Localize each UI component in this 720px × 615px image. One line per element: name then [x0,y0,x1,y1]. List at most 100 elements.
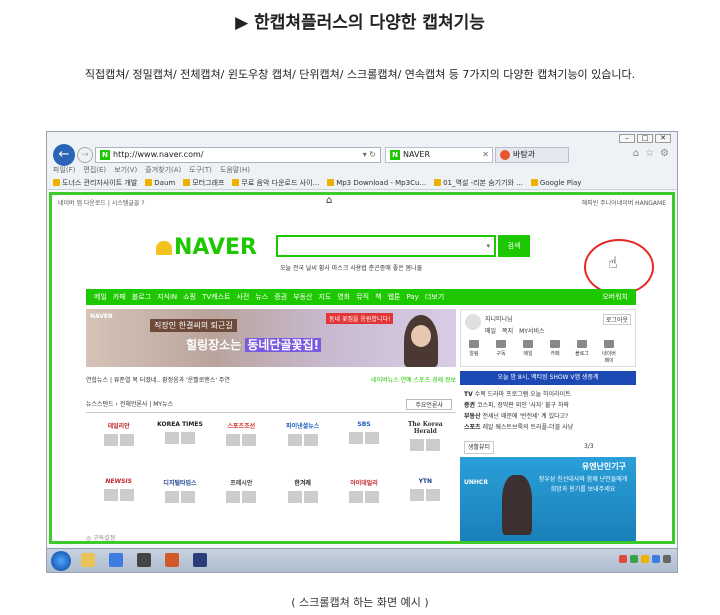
maximize-icon[interactable]: □ [637,134,653,143]
favorite-item[interactable]: 01_역설 -리본 숨기기와 ... [434,178,523,188]
topic-item[interactable]: TV 수목 드라마 프로그램 오늘 하이라이트 [464,389,636,400]
login-link[interactable]: 메일 [485,326,496,335]
press-cell[interactable]: 프레시안 [213,474,270,527]
service-item[interactable]: 증권 [274,292,287,302]
press-cell[interactable]: NEWSIS [90,474,147,527]
subscribe-settings[interactable]: ◎ 구독설정 [86,533,456,541]
menu-file[interactable]: 파일(F) [53,165,75,176]
service-item[interactable]: 지식iN [157,292,177,302]
favorite-item[interactable]: Daum [145,179,175,187]
address-controls[interactable]: ▾ ↻ [363,148,376,162]
press-cell[interactable]: 아이데일리 [335,474,392,527]
search-button[interactable]: 검색 [498,235,530,257]
press-cell[interactable]: The Korea Herald [397,417,454,470]
favorite-item[interactable]: 무료 음악 다운로드 사이... [232,178,319,188]
menu-help[interactable]: 도움말(H) [220,165,250,176]
minimize-icon[interactable]: – [619,134,635,143]
press-cell[interactable]: 한겨레 [274,474,331,527]
press-cell[interactable]: YTN [397,474,454,527]
app-icon[interactable] [165,553,179,567]
naver-top-left[interactable]: 네이버 앱 다운로드 | 시스템글꼴 ? [58,198,145,207]
service-item[interactable]: 쇼핑 [183,292,196,302]
tray-icon[interactable] [630,555,638,563]
service-item[interactable]: 뉴스 [255,292,268,302]
tray-icon[interactable] [652,555,660,563]
close-icon[interactable]: ✕ [655,134,671,143]
shortcut-pay[interactable]: 네이버페이 [600,340,618,364]
tray-icon[interactable] [663,555,671,563]
star-icon[interactable]: ☆ [645,148,654,159]
news-categories[interactable]: 네이버뉴스 연예 스포츠 경제 정보 [371,375,456,384]
login-link[interactable]: 쪽지 [502,326,513,335]
service-item[interactable]: TV캐스트 [202,292,230,302]
live-banner[interactable]: 오늘 밤 8시, 액티빙 SHOW V앱 생중계 [460,371,636,385]
service-item[interactable]: 영화 [337,292,350,302]
service-item[interactable]: 부동산 [293,292,312,302]
explorer-icon[interactable] [81,553,95,567]
service-item[interactable]: 더보기 [425,292,444,302]
tab-naver[interactable]: N NAVER ✕ [385,147,493,163]
shortcut-blog[interactable]: 블로그 [573,340,591,364]
app-icon[interactable] [137,553,151,567]
chevron-down-icon[interactable]: ▾ [486,242,490,250]
service-item[interactable]: 카페 [113,292,126,302]
weather-item[interactable]: 오버워치 [602,292,628,302]
home-icon[interactable]: ⌂ [633,148,639,159]
tab-second[interactable]: 바탕과 [495,147,569,163]
cafe-icon [550,340,560,348]
topic-category[interactable]: 생활뷰티 [464,441,495,454]
favorite-item[interactable]: 도너스 관리자사이트 개발 [53,178,137,188]
favorite-item[interactable]: Google Play [530,179,581,187]
shortcut-mail[interactable]: 메일 [519,340,537,364]
service-item[interactable]: 뮤직 [356,292,369,302]
menu-tools[interactable]: 도구(T) [189,165,212,176]
press-cell[interactable]: SBS [335,417,392,470]
service-item[interactable]: 지도 [318,292,331,302]
back-arrow-icon[interactable]: ← [53,144,75,166]
shortcut-alarm[interactable]: 알림 [465,340,483,364]
start-button-icon[interactable] [51,551,71,571]
favorite-item[interactable]: 모터그래프 [183,178,224,188]
tray-icon[interactable] [641,555,649,563]
service-item[interactable]: Pay [406,293,418,301]
photoshop-icon[interactable] [193,553,207,567]
service-item[interactable]: 웹툰 [388,292,401,302]
press-cell[interactable]: 스포츠조선 [213,417,270,470]
home-icon[interactable]: ⌂ [326,195,332,206]
topic-item[interactable]: 스포츠 레알 웨스트브룩의 트리플-더블 사냥 [464,422,636,433]
shortcut-cafe[interactable]: 카페 [546,340,564,364]
forward-arrow-icon[interactable]: → [77,147,93,163]
naver-logo[interactable]: NAVER [156,235,257,260]
press-cell[interactable]: KOREA TIMES [151,417,208,470]
news-headline[interactable]: 연합뉴스 | 류준열 복 터졌네.. 황정음과 '운빨로맨스' 주연 [86,377,230,384]
logout-button[interactable]: 로그아웃 [602,314,631,325]
press-cell[interactable]: 디지털타임스 [151,474,208,527]
address-bar[interactable]: Nhttp://www.naver.com/ ▾ ↻ [95,147,381,163]
unhcr-ad[interactable]: UNHCR 유엔난민기구 정우성 친선대사와 함께 난민들에게 희망과 용기를 … [460,457,636,541]
close-tab-icon[interactable]: ✕ [482,148,489,162]
search-input[interactable]: ▾ [276,235,496,257]
service-item[interactable]: 메일 [94,292,107,302]
gear-icon[interactable]: ⚙ [660,148,669,159]
topic-item[interactable]: 증권 코스피, 장막판 외인 '사자' 불구 하락 [464,400,636,411]
menu-favorites[interactable]: 즐겨찾기(A) [145,165,181,176]
user-name[interactable]: 지니미니님 [485,314,513,323]
shortcut-subscribe[interactable]: 구독 [492,340,510,364]
press-cell[interactable]: 파이낸셜뉴스 [274,417,331,470]
login-link[interactable]: MY서비스 [519,326,544,335]
favorite-item[interactable]: Mp3 Download - Mp3Cu... [327,179,426,187]
press-select[interactable]: 주요언론사 [406,399,452,410]
topic-item[interactable]: 부동산 전세난 때문에 '반전세' 계 있다고? [464,411,636,422]
tray-icon[interactable] [619,555,627,563]
hot-keywords[interactable]: 오늘 전국 날씨 황사 마스크 사용법 춘곤증에 좋은 봄나물 [280,263,422,272]
newsstand-title[interactable]: 뉴스스탠드 › 전체언론사 | MY뉴스 [86,401,173,408]
press-cell[interactable]: 데일리안 [90,417,147,470]
naver-top-right[interactable]: 해피빈 주니어네이버 HANGAME [582,198,666,207]
menu-view[interactable]: 보기(V) [114,165,137,176]
service-item[interactable]: 책 [375,292,381,302]
service-item[interactable]: 블로그 [132,292,151,302]
menu-edit[interactable]: 편집(E) [83,165,106,176]
promo-banner[interactable]: NAVER 직장인 한결씨의 퇴근길 힐링장소는 동네단골꽃집! 동네 꽃집을 … [86,309,456,367]
ie-icon[interactable] [109,553,123,567]
service-item[interactable]: 사전 [236,292,249,302]
